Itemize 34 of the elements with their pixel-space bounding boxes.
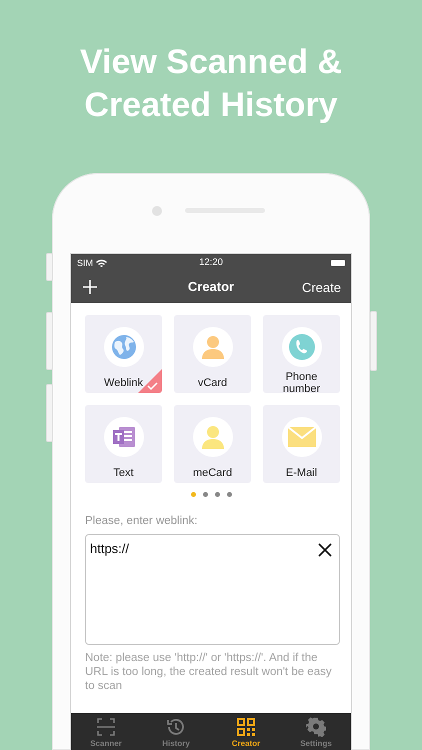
wifi-icon: [96, 258, 108, 266]
page-dot[interactable]: [190, 492, 196, 497]
gear-icon: [306, 717, 326, 737]
scan-frame-icon: [96, 717, 116, 737]
page-dot[interactable]: [202, 492, 208, 497]
screen-title: Creator: [188, 279, 234, 294]
field-label: Please, enter weblink:: [85, 515, 199, 527]
add-icon[interactable]: [83, 280, 97, 294]
document-icon: [110, 424, 136, 450]
creator-tile[interactable]: Text: [85, 405, 162, 483]
create-button[interactable]: Create: [302, 280, 341, 294]
clear-icon[interactable]: [318, 543, 332, 557]
creator-tile[interactable]: vCard: [174, 315, 251, 393]
headline: View Scanned &: [80, 42, 342, 83]
note-text: Note: please use 'http://' or 'https://'. And if the URL is too long, the created result won't be easy to scan: [85, 651, 333, 693]
creator-tile[interactable]: E-Mail: [263, 405, 340, 483]
person-icon: [200, 334, 226, 360]
envelope-icon: [286, 426, 316, 448]
creator-tile[interactable]: meCard: [174, 405, 251, 483]
battery-icon: [331, 260, 345, 266]
history-icon: [166, 717, 186, 737]
page-dot[interactable]: [226, 492, 232, 497]
tab-item[interactable]: Creator: [211, 713, 281, 750]
creator-tile[interactable]: Weblink: [85, 315, 162, 393]
page-dot[interactable]: [214, 492, 220, 497]
carrier-label: SIM: [77, 258, 94, 268]
creator-tile[interactable]: Phone number: [263, 315, 340, 393]
qr-code-icon: [236, 717, 256, 737]
input-field[interactable]: https://: [85, 534, 340, 645]
phone-icon: [288, 333, 316, 361]
person-icon: [200, 424, 226, 450]
headline: Created History: [84, 85, 338, 126]
globe-icon: [110, 334, 136, 360]
clock-time: 12:20: [199, 257, 223, 268]
